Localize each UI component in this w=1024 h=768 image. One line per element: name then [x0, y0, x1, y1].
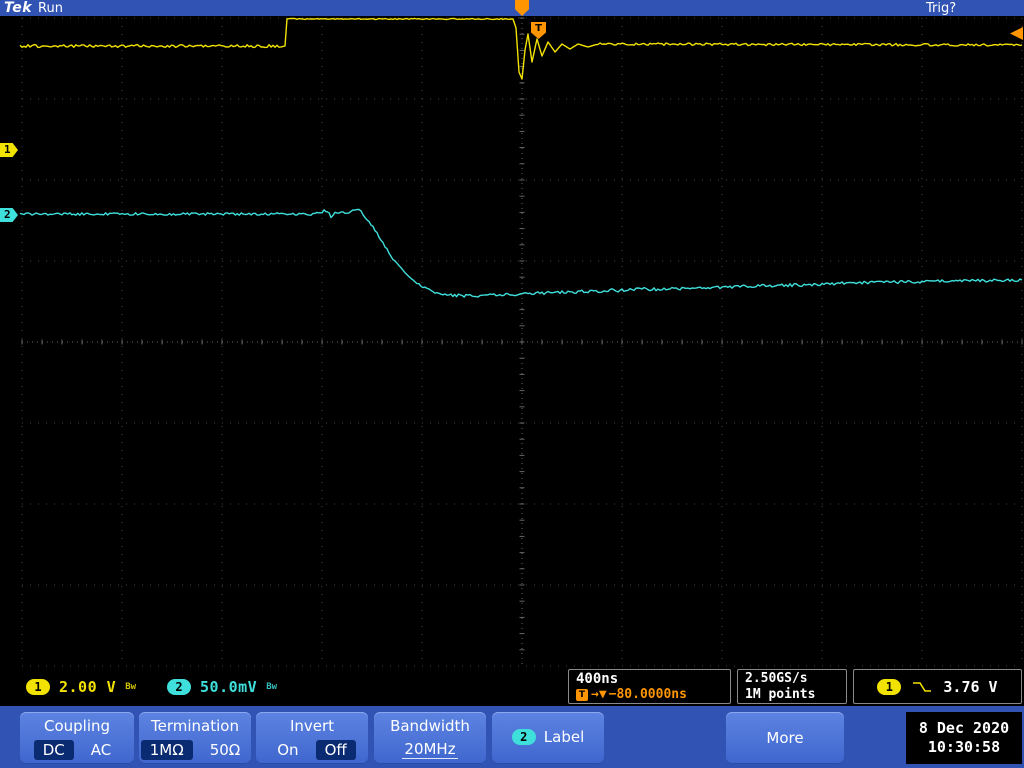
termination-option-50ohm[interactable]: 50Ω [201, 740, 250, 760]
more-text: More [766, 729, 804, 747]
trigger-readout: 1 3.76 V [853, 669, 1022, 704]
label-text: Label [543, 728, 585, 746]
bandwidth-title: Bandwidth [390, 717, 470, 735]
coupling-title: Coupling [43, 717, 111, 735]
ch2-scale-readout: 50.0mV [200, 678, 258, 696]
coupling-options: DC AC [20, 740, 134, 760]
ch2-readout-group: 2 50.0mV Bw [167, 678, 277, 696]
bandwidth-button[interactable]: Bandwidth 20MHz [374, 712, 486, 764]
trigger-delay-readout: T →▼ −80.0000ns [576, 687, 723, 703]
date-display: 8 Dec 2020 [918, 719, 1010, 737]
trigger-delay-arrows-icon: →▼ [591, 687, 607, 702]
falling-edge-slope-icon [913, 681, 932, 692]
ch2-bandwidth-limit-icon: Bw [266, 682, 278, 692]
ch1-badge: 1 [26, 679, 50, 695]
ch2-badge: 2 [167, 679, 192, 695]
invert-option-on[interactable]: On [268, 740, 307, 760]
trigger-source-badge: 1 [877, 678, 902, 695]
trigger-position-marker[interactable] [515, 0, 529, 16]
waveform-traces [19, 17, 1023, 298]
termination-options: 1MΩ 50Ω [139, 740, 251, 760]
trigger-readiness-status: Trig? [926, 1, 957, 16]
timebase-readout: 400ns T →▼ −80.0000ns [568, 669, 731, 704]
ch1-bandwidth-limit-icon: Bw [125, 682, 137, 692]
ch1-scale-readout: 2.00 V [59, 678, 117, 696]
status-bar: 1 2.00 V Bw 2 50.0mV Bw 400ns T →▼ −80.0… [0, 668, 1024, 706]
tek-logo: Tek [4, 0, 33, 16]
coupling-button[interactable]: Coupling DC AC [20, 712, 134, 764]
label-row: 2 Label [492, 712, 604, 746]
invert-options: On Off [256, 740, 368, 760]
acquisition-status: Run [38, 1, 63, 16]
channel-readouts: 1 2.00 V Bw 2 50.0mV Bw [26, 678, 277, 696]
coupling-option-dc[interactable]: DC [33, 740, 74, 760]
trigger-t-icon: T [576, 689, 588, 701]
waveform-display: 1 2 T [0, 16, 1024, 668]
termination-option-1mohm[interactable]: 1MΩ [140, 740, 193, 760]
label-button[interactable]: 2 Label [492, 712, 604, 764]
top-bar: Tek Run Trig? [0, 0, 1024, 16]
acquisition-readout: 2.50GS/s 1M points [737, 669, 847, 704]
invert-button[interactable]: Invert On Off [256, 712, 368, 764]
invert-title: Invert [289, 717, 335, 735]
trigger-delay-value: −80.0000ns [608, 687, 687, 702]
timebase-scale: 400ns [576, 671, 619, 687]
termination-title: Termination [151, 717, 239, 735]
record-length: 1M points [745, 687, 816, 702]
sample-rate: 2.50GS/s [745, 671, 808, 686]
termination-button[interactable]: Termination 1MΩ 50Ω [139, 712, 251, 764]
bandwidth-value: 20MHz [402, 740, 458, 759]
datetime-panel: 8 Dec 2020 10:30:58 [906, 712, 1022, 764]
coupling-option-ac[interactable]: AC [82, 740, 120, 760]
invert-option-off[interactable]: Off [315, 740, 356, 760]
more-button[interactable]: More [726, 712, 844, 764]
time-display: 10:30:58 [927, 738, 1001, 756]
trigger-level-readout: 3.76 V [943, 677, 998, 696]
oscilloscope-screen: Tek Run Trig? 1 2 T 1 2.00 V Bw 2 50.0mV… [0, 0, 1024, 768]
softkey-menu-bar: Coupling DC AC Termination 1MΩ 50Ω Inver… [0, 706, 1024, 768]
label-channel-badge: 2 [511, 729, 536, 745]
